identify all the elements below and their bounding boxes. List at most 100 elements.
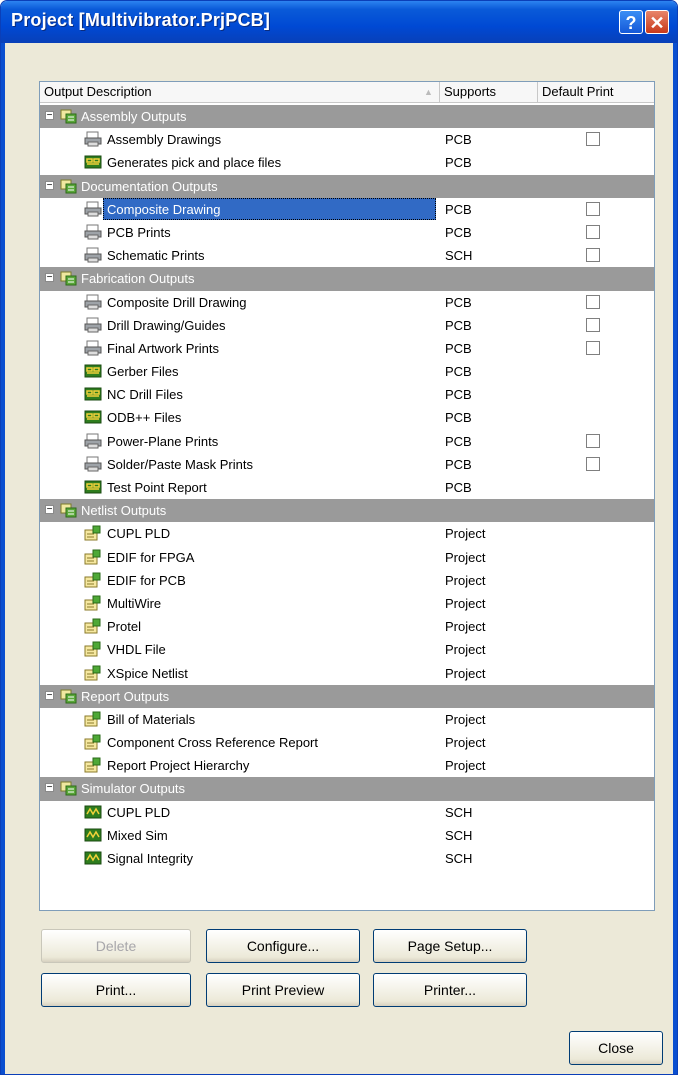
output-row[interactable]: CUPL PLD Project — [40, 522, 654, 545]
default-print-checkbox[interactable] — [586, 456, 600, 471]
collapse-icon[interactable]: − — [45, 111, 54, 121]
output-row[interactable]: Signal Integrity SCH — [40, 847, 654, 870]
output-row[interactable]: MultiWire Project — [40, 592, 654, 615]
column-header-default-print[interactable]: Default Print — [538, 82, 654, 102]
supports-value: PCB — [445, 201, 472, 217]
supports-value: PCB — [445, 340, 472, 356]
collapse-icon[interactable]: − — [45, 273, 54, 283]
close-window-button[interactable]: ✕ — [645, 10, 669, 34]
group-label: Netlist Outputs — [81, 503, 167, 519]
output-row[interactable]: Solder/Paste Mask Prints PCB — [40, 453, 654, 476]
supports-value: SCH — [445, 804, 473, 820]
delete-button[interactable]: Delete — [41, 929, 191, 963]
output-row[interactable]: VHDL File Project — [40, 638, 654, 661]
output-group-icon — [60, 502, 78, 518]
group-row[interactable]: − Simulator Outputs — [40, 777, 654, 801]
output-row[interactable]: Mixed Sim SCH — [40, 824, 654, 847]
supports-value: PCB — [445, 294, 472, 310]
output-group-icon — [60, 780, 78, 796]
default-print-checkbox[interactable] — [586, 340, 600, 355]
group-row[interactable]: − Assembly Outputs — [40, 105, 654, 129]
column-header-supports[interactable]: Supports — [440, 82, 538, 102]
output-row[interactable]: Composite Drill Drawing PCB — [40, 291, 654, 314]
help-button[interactable]: ? — [619, 10, 643, 34]
list-header: Output Description ▲ Supports Default Pr… — [40, 82, 654, 103]
netlist-icon — [84, 641, 102, 657]
collapse-icon[interactable]: − — [45, 180, 54, 190]
output-label: Test Point Report — [107, 480, 207, 495]
output-row[interactable]: Assembly Drawings PCB — [40, 128, 654, 151]
output-row[interactable]: PCB Prints PCB — [40, 221, 654, 244]
supports-value: SCH — [445, 248, 473, 264]
print-button[interactable]: Print... — [41, 973, 191, 1007]
output-row[interactable]: Bill of Materials Project — [40, 708, 654, 731]
group-label: Fabrication Outputs — [81, 271, 195, 287]
supports-value: PCB — [445, 410, 472, 426]
supports-value: PCB — [445, 132, 472, 148]
window-border-left — [1, 43, 5, 1074]
group-row[interactable]: − Documentation Outputs — [40, 174, 654, 198]
print-icon — [84, 131, 102, 147]
output-row[interactable]: Gerber Files PCB — [40, 360, 654, 383]
close-button[interactable]: Close — [569, 1031, 663, 1065]
output-group-icon — [60, 688, 78, 704]
default-print-checkbox[interactable] — [586, 433, 600, 448]
configure-button[interactable]: Configure... — [206, 929, 360, 963]
default-print-checkbox[interactable] — [586, 317, 600, 332]
netlist-icon — [84, 572, 102, 588]
output-row[interactable]: EDIF for PCB Project — [40, 569, 654, 592]
output-row[interactable]: Final Artwork Prints PCB — [40, 337, 654, 360]
output-row[interactable]: NC Drill Files PCB — [40, 383, 654, 406]
default-print-checkbox[interactable] — [586, 224, 600, 239]
supports-value: Project — [445, 595, 486, 611]
printer-button[interactable]: Printer... — [373, 973, 527, 1007]
title-bar[interactable]: Project [Multivibrator.PrjPCB] ? ✕ — [1, 1, 677, 43]
collapse-icon[interactable]: − — [45, 690, 54, 700]
output-row[interactable]: Drill Drawing/Guides PCB — [40, 314, 654, 337]
output-row[interactable]: Test Point Report PCB — [40, 476, 654, 499]
print-icon — [84, 201, 102, 217]
column-header-description[interactable]: Output Description — [40, 82, 440, 102]
output-row[interactable]: CUPL PLD SCH — [40, 801, 654, 824]
output-row[interactable]: Protel Project — [40, 615, 654, 638]
default-print-checkbox[interactable] — [586, 294, 600, 309]
collapse-icon[interactable]: − — [45, 505, 54, 515]
output-label: PCB Prints — [107, 224, 171, 240]
group-row[interactable]: − Fabrication Outputs — [40, 267, 654, 291]
default-print-checkbox[interactable] — [586, 132, 600, 147]
group-label: Report Outputs — [81, 688, 170, 704]
print-icon — [84, 247, 102, 263]
output-row[interactable]: Schematic Prints SCH — [40, 244, 654, 267]
default-print-checkbox[interactable] — [586, 201, 600, 216]
output-row[interactable]: ODB++ Files PCB — [40, 406, 654, 429]
supports-value: Project — [445, 711, 486, 727]
output-row[interactable]: Generates pick and place files PCB — [40, 151, 654, 174]
output-list[interactable]: Output Description ▲ Supports Default Pr… — [39, 81, 655, 911]
print-icon — [84, 433, 102, 449]
group-row[interactable]: − Netlist Outputs — [40, 499, 654, 523]
supports-value: PCB — [445, 456, 472, 472]
output-row[interactable]: Composite Drawing PCB — [40, 197, 654, 221]
page-setup-button[interactable]: Page Setup... — [373, 929, 527, 963]
output-row[interactable]: Component Cross Reference Report Project — [40, 731, 654, 754]
print-icon — [84, 456, 102, 472]
output-label: CUPL PLD — [107, 526, 171, 542]
collapse-icon[interactable]: − — [45, 783, 54, 793]
output-row[interactable]: XSpice Netlist Project — [40, 662, 654, 685]
supports-value: PCB — [445, 480, 472, 495]
output-label: Mixed Sim — [107, 827, 168, 843]
supports-value: Project — [445, 572, 486, 588]
output-row[interactable]: Power-Plane Prints PCB — [40, 430, 654, 453]
print-preview-button[interactable]: Print Preview — [206, 973, 360, 1007]
output-row[interactable]: EDIF for FPGA Project — [40, 546, 654, 569]
netlist-icon — [84, 549, 102, 565]
group-row[interactable]: − Report Outputs — [40, 684, 654, 708]
output-label: VHDL File — [107, 642, 166, 658]
netlist-icon — [84, 734, 102, 750]
default-print-checkbox[interactable] — [586, 248, 600, 263]
file-gen-icon — [84, 409, 102, 425]
supports-value: Project — [445, 642, 486, 658]
output-row[interactable]: Report Project Hierarchy Project — [40, 754, 654, 777]
supports-value: PCB — [445, 387, 472, 403]
output-label: Assembly Drawings — [107, 132, 222, 148]
